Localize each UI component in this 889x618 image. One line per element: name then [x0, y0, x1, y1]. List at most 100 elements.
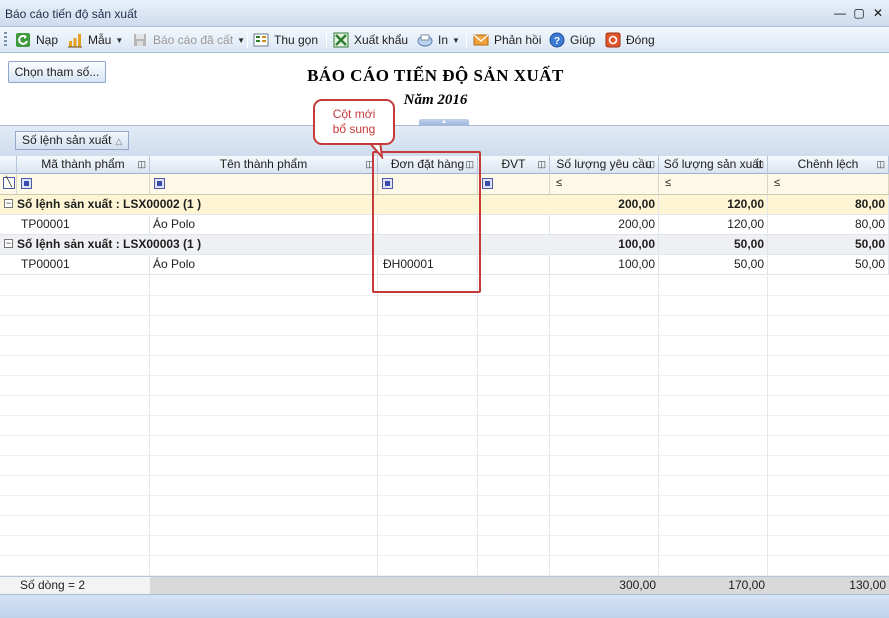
pin-icon[interactable]: ◫	[876, 156, 885, 173]
group-total-difference: 80,00	[768, 195, 889, 215]
clear-filter-icon[interactable]: ╲	[3, 177, 15, 189]
report-header: Chọn tham số... BÁO CÁO TIẾN ĐỘ SẢN XUẤT…	[0, 53, 889, 125]
close-app-icon	[605, 32, 621, 48]
column-header-label: Chênh lệch	[797, 157, 859, 171]
footer-total-required: 300,00	[619, 578, 656, 592]
group-total-produced: 50,00	[659, 235, 768, 255]
help-label: Giúp	[570, 33, 596, 47]
cell-difference[interactable]: 80,00	[768, 215, 889, 235]
highlight-box	[372, 151, 481, 293]
chevron-down-icon[interactable]: ▼	[237, 36, 245, 45]
column-header-label: ĐVT	[501, 157, 526, 171]
cell-produced-qty[interactable]: 50,00	[659, 255, 768, 275]
pin-icon[interactable]: ◫	[137, 156, 146, 173]
print-button[interactable]: In ▼	[417, 31, 460, 49]
template-chart-icon	[68, 34, 82, 48]
column-header-product-code[interactable]: Mã thành phẩm ◫	[17, 156, 150, 174]
template-button[interactable]: Mẫu ▼	[67, 31, 123, 49]
report-subtitle: Năm 2016	[403, 92, 468, 108]
status-bar	[0, 594, 889, 618]
collapse-group-icon[interactable]: −	[4, 239, 13, 248]
collapse-button[interactable]: Thu gọn	[253, 31, 318, 49]
collapse-group-icon[interactable]: −	[4, 199, 13, 208]
group-total-produced: 120,00	[659, 195, 768, 215]
cell-unit[interactable]	[478, 215, 550, 235]
pin-icon[interactable]: ◫	[646, 156, 655, 173]
group-total-required: 100,00	[550, 235, 659, 255]
maximize-button[interactable]: ▢	[851, 5, 867, 21]
cell-product-code[interactable]: TP00001	[17, 215, 150, 235]
collapse-label: Thu gọn	[274, 33, 319, 47]
toolbar-separator	[326, 32, 327, 48]
saved-report-icon	[134, 34, 146, 46]
toolbar-separator	[247, 32, 248, 48]
annotation-callout: Cột mới bổ sung	[313, 99, 395, 145]
cell-product-name[interactable]: Áo Polo	[150, 215, 378, 235]
close-window-button[interactable]: ✕	[870, 5, 886, 21]
column-header-label: Số lượng sản xuất	[663, 157, 763, 171]
group-by-chip-label: Số lệnh sản xuất	[22, 133, 112, 147]
cell-required-qty[interactable]: 100,00	[550, 255, 659, 275]
filter-cell-product-name[interactable]	[150, 174, 378, 194]
row-count: Số dòng = 2	[0, 577, 150, 594]
filter-cell-difference[interactable]: ≤	[768, 174, 889, 194]
pin-icon[interactable]: ◫	[755, 156, 764, 173]
template-label: Mẫu	[88, 33, 112, 47]
close-button[interactable]: Đóng	[605, 31, 655, 49]
column-header-product-name[interactable]: Tên thành phẩm ◫	[150, 156, 378, 174]
window-title: Báo cáo tiến độ sản xuất	[5, 7, 138, 21]
footer-total-produced: 170,00	[728, 578, 765, 592]
print-label: In	[438, 33, 449, 47]
column-header-difference[interactable]: Chênh lệch ◫	[768, 156, 889, 174]
toolbar-grip[interactable]	[4, 32, 7, 48]
filter-cell-required-qty[interactable]: ≤	[550, 174, 659, 194]
row-indicator-header	[0, 156, 17, 174]
cell-required-qty[interactable]: 200,00	[550, 215, 659, 235]
group-label: Số lệnh sản xuất : LSX00003 (1 )	[17, 237, 202, 251]
empty-grid-area	[0, 276, 889, 576]
filter-condition-icon[interactable]	[21, 178, 32, 189]
close-label: Đóng	[626, 33, 655, 47]
column-header-label: Tên thành phẩm	[219, 157, 308, 171]
group-label: Số lệnh sản xuất : LSX00002 (1 )	[17, 197, 202, 211]
reload-label: Nạp	[36, 33, 59, 47]
toolbar-separator	[466, 32, 467, 48]
filter-condition-icon[interactable]	[482, 178, 493, 189]
reload-button[interactable]: Nạp	[15, 31, 58, 49]
group-by-chip[interactable]: Số lệnh sản xuất △	[15, 131, 130, 150]
report-title: BÁO CÁO TIẾN ĐỘ SẢN XUẤT	[307, 66, 564, 85]
column-header-produced-qty[interactable]: Số lượng sản xuất ◫	[659, 156, 768, 174]
cell-product-code[interactable]: TP00001	[17, 255, 150, 275]
filter-cell-unit[interactable]	[478, 174, 550, 194]
cell-unit[interactable]	[478, 255, 550, 275]
minimize-button[interactable]: —	[832, 5, 848, 21]
filter-operator-le[interactable]: ≤	[665, 177, 671, 189]
help-button[interactable]: ? Giúp	[549, 31, 595, 49]
pin-icon[interactable]: ◫	[537, 156, 546, 173]
svg-text:?: ?	[554, 36, 560, 47]
grid-footer: Số dòng = 2 300,00 170,00 130,00	[0, 576, 889, 594]
cell-product-name[interactable]: Áo Polo	[150, 255, 378, 275]
cell-produced-qty[interactable]: 120,00	[659, 215, 768, 235]
column-header-required-qty[interactable]: Số lượng yêu cầu ◫	[550, 156, 659, 174]
saved-reports-button[interactable]: Báo cáo đã cất ▼	[132, 31, 245, 49]
export-button[interactable]: Xuất khẩu	[333, 31, 408, 49]
export-label: Xuất khẩu	[354, 33, 409, 47]
filter-corner-cell[interactable]: ╲	[0, 174, 17, 194]
filter-cell-produced-qty[interactable]: ≤	[659, 174, 768, 194]
sort-ascending-icon: △	[115, 136, 123, 146]
group-total-required: 200,00	[550, 195, 659, 215]
filter-cell-product-code[interactable]	[17, 174, 150, 194]
column-header-unit[interactable]: ĐVT ◫	[478, 156, 550, 174]
filter-operator-le[interactable]: ≤	[556, 177, 562, 189]
chevron-down-icon[interactable]: ▼	[452, 36, 460, 45]
feedback-button[interactable]: Phản hồi	[473, 31, 541, 49]
cell-difference[interactable]: 50,00	[768, 255, 889, 275]
excel-export-icon	[333, 32, 349, 48]
column-header-label: Mã thành phẩm	[41, 157, 125, 171]
toolbar: Nạp Mẫu ▼ Báo cáo đã cất ▼ Thu gọn Xuất …	[0, 27, 889, 53]
chevron-down-icon[interactable]: ▼	[115, 36, 123, 45]
footer-total-difference: 130,00	[849, 578, 886, 592]
filter-condition-icon[interactable]	[154, 178, 165, 189]
filter-operator-le[interactable]: ≤	[774, 177, 780, 189]
